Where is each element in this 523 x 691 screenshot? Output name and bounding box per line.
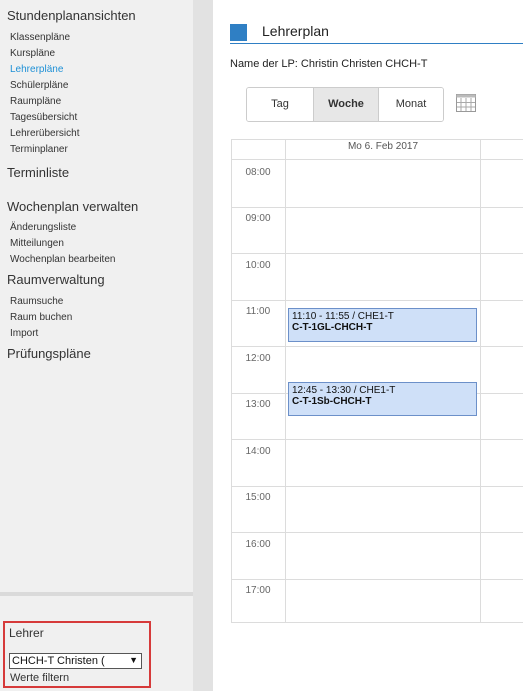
page-title: Lehrerplan [262, 23, 329, 39]
time-label: 08:00 [245, 167, 271, 178]
grid-hour-line [231, 439, 523, 440]
time-label: 15:00 [245, 492, 271, 503]
calendar-grid: Mo 6. Feb 2017 08:00 09:00 10:00 11:00 1… [231, 139, 523, 623]
sidebar: Stundenplanansichten Klassenpläne Kurspl… [0, 0, 193, 691]
event-course: C-T-1GL-CHCH-T [292, 322, 373, 333]
title-underline [230, 43, 523, 44]
grid-left-line [231, 139, 232, 623]
sidebar-edge [193, 0, 213, 691]
time-label: 11:00 [245, 306, 271, 317]
nav-section-pruefungsplaene[interactable]: Prüfungspläne [7, 346, 91, 361]
lehrer-select-value: CHCH-T Christen ( [12, 655, 105, 667]
grid-hour-line [231, 486, 523, 487]
event-course: C-T-1Sb-CHCH-T [292, 396, 372, 407]
grid-bottom-line [231, 622, 523, 623]
sidebar-divider [0, 592, 193, 596]
nav-item-schuelerplaene[interactable]: Schülerpläne [10, 80, 68, 91]
lp-name: Name der LP: Christin Christen CHCH-T [230, 58, 428, 70]
event-time-room: 11:10 - 11:55 / CHE1-T [292, 311, 394, 322]
nav-section-wochenplan-verwalten[interactable]: Wochenplan verwalten [7, 199, 138, 214]
grid-hour-line [231, 253, 523, 254]
calendar-event[interactable]: 11:10 - 11:55 / CHE1-T C-T-1GL-CHCH-T [288, 308, 477, 342]
grid-header-line [231, 159, 523, 160]
time-label: 12:00 [245, 353, 271, 364]
view-woche-button[interactable]: Woche [314, 88, 379, 121]
grid-hour-line [231, 207, 523, 208]
event-time-room: 12:45 - 13:30 / CHE1-T [292, 385, 396, 396]
day-header: Mo 6. Feb 2017 [347, 141, 419, 152]
title-square-icon [230, 24, 247, 41]
time-label: 10:00 [245, 260, 271, 271]
grid-hour-line [231, 579, 523, 580]
time-label: 14:00 [245, 446, 271, 457]
nav-section-raumverwaltung[interactable]: Raumverwaltung [7, 272, 105, 287]
nav-item-raumplaene[interactable]: Raumpläne [10, 96, 61, 107]
time-label: 09:00 [245, 213, 271, 224]
nav-item-raumsuche[interactable]: Raumsuche [10, 296, 63, 307]
nav-item-lehreruebersicht[interactable]: Lehrerübersicht [10, 128, 79, 139]
view-button-group: Tag Woche Monat [246, 87, 444, 122]
werte-filtern-link[interactable]: Werte filtern [10, 672, 69, 684]
nav-item-import[interactable]: Import [10, 328, 38, 339]
lehrer-filter-label: Lehrer [9, 626, 44, 640]
nav-item-raum-buchen[interactable]: Raum buchen [10, 312, 72, 323]
nav-item-terminplaner[interactable]: Terminplaner [10, 144, 68, 155]
view-tag-button[interactable]: Tag [247, 88, 314, 121]
grid-day-divider [480, 139, 481, 623]
nav-item-mitteilungen[interactable]: Mitteilungen [10, 238, 64, 249]
nav-item-lehrerplaene[interactable]: Lehrerpläne [10, 64, 63, 75]
nav-item-tagesuebersicht[interactable]: Tagesübersicht [10, 112, 77, 123]
time-label: 16:00 [245, 539, 271, 550]
grid-time-divider [285, 139, 286, 623]
lehrer-select[interactable]: CHCH-T Christen ( ▼ [9, 653, 142, 669]
nav-section-terminliste[interactable]: Terminliste [7, 165, 69, 180]
time-label: 17:00 [245, 585, 271, 596]
grid-hour-line [231, 532, 523, 533]
view-monat-button[interactable]: Monat [379, 88, 443, 121]
nav-item-wochenplan-bearbeiten[interactable]: Wochenplan bearbeiten [10, 254, 115, 265]
time-label: 13:00 [245, 399, 271, 410]
calendar-event[interactable]: 12:45 - 13:30 / CHE1-T C-T-1Sb-CHCH-T [288, 382, 477, 416]
nav-section-stundenplanansichten[interactable]: Stundenplanansichten [7, 8, 136, 23]
nav-item-klassenplaene[interactable]: Klassenpläne [10, 32, 70, 43]
nav-item-kursplaene[interactable]: Kurspläne [10, 48, 55, 59]
nav-item-aenderungsliste[interactable]: Änderungsliste [10, 222, 76, 233]
dropdown-arrow-icon: ▼ [129, 655, 138, 665]
grid-hour-line [231, 346, 523, 347]
grid-hour-line [231, 300, 523, 301]
calendar-icon[interactable] [456, 94, 476, 112]
